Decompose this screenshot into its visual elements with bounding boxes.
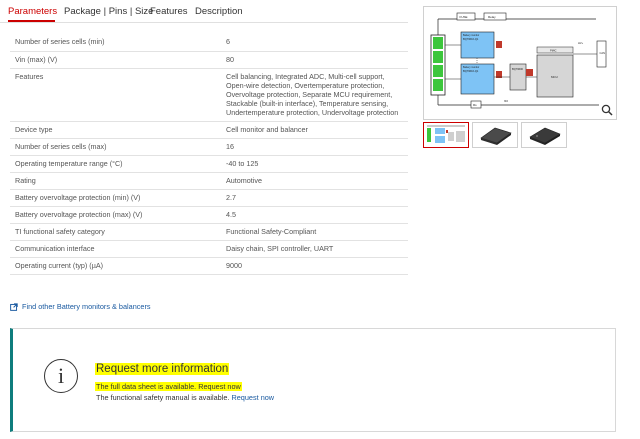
find-other-label: Find other Battery monitors & balancers bbox=[22, 302, 151, 311]
top-monitor-label: BQ79616-Q1 bbox=[463, 37, 479, 41]
bottom-monitor-label: BQ79616-Q1 bbox=[463, 69, 479, 73]
param-name: Rating bbox=[10, 172, 221, 190]
table-row: Device type Cell monitor and balancer bbox=[10, 121, 408, 139]
mcu-label: MCU bbox=[551, 75, 558, 79]
tab-parameters[interactable]: Parameters bbox=[8, 6, 57, 17]
param-value: Cell monitor and balancer bbox=[221, 121, 408, 139]
thumbnail-package-1[interactable] bbox=[472, 122, 518, 148]
param-name: Number of series cells (min) bbox=[10, 34, 221, 52]
param-name: Operating temperature range (°C) bbox=[10, 155, 221, 173]
param-name: Vin (max) (V) bbox=[10, 51, 221, 69]
tab-description[interactable]: Description bbox=[195, 6, 243, 17]
datasheet-request-link[interactable]: Request now bbox=[198, 382, 241, 391]
param-value: -40 to 125 bbox=[221, 155, 408, 173]
safety-manual-note: The functional safety manual is availabl… bbox=[96, 393, 274, 402]
thumbnail-block-diagram[interactable] bbox=[423, 122, 469, 148]
thumbnail-package-2[interactable] bbox=[521, 122, 567, 148]
param-name: Features bbox=[10, 68, 221, 122]
safety-manual-request-link[interactable]: Request now bbox=[231, 393, 274, 402]
relay-label: Relay bbox=[488, 15, 496, 19]
param-name: Device type bbox=[10, 121, 221, 139]
pmic-label: PMIC bbox=[550, 49, 557, 53]
param-name: Battery overvoltage protection (max) (V) bbox=[10, 206, 221, 224]
tab-features[interactable]: Features bbox=[150, 6, 188, 17]
param-value: Functional Safety-Compliant bbox=[221, 223, 408, 241]
param-name: TI functional safety category bbox=[10, 223, 221, 241]
top-monitor-sub: Battery monitor bbox=[463, 34, 479, 37]
table-row: Number of series cells (min) 6 bbox=[10, 34, 408, 52]
table-row: Vin (max) (V) 80 bbox=[10, 51, 408, 69]
param-value: Automotive bbox=[221, 172, 408, 190]
find-other-link[interactable]: Find other Battery monitors & balancers bbox=[10, 302, 151, 311]
iso-label: ISO bbox=[504, 100, 508, 103]
bottom-monitor-sub: Battery monitor bbox=[463, 66, 479, 69]
table-row: Rating Automotive bbox=[10, 172, 408, 190]
table-row: Number of series cells (max) 16 bbox=[10, 138, 408, 156]
block-diagram[interactable]: FUSE Relay Rs Battery monitor BQ79616-Q1… bbox=[423, 6, 617, 120]
param-value: 80 bbox=[221, 51, 408, 69]
tab-divider bbox=[0, 22, 408, 23]
shunt-label: Rs bbox=[473, 103, 477, 107]
safety-manual-note-text: The functional safety manual is availabl… bbox=[96, 393, 232, 402]
can-label: CAN bbox=[600, 51, 606, 55]
request-info-panel: i Request more information The full data… bbox=[10, 328, 616, 432]
param-value: 16 bbox=[221, 138, 408, 156]
param-name: Operating current (typ) (µA) bbox=[10, 257, 221, 275]
param-value: 2.7 bbox=[221, 189, 408, 207]
param-value: 4.5 bbox=[221, 206, 408, 224]
parameters-table: Number of series cells (min) 6 Vin (max) … bbox=[10, 34, 408, 275]
param-value: Cell balancing, Integrated ADC, Multi-ce… bbox=[221, 68, 408, 122]
table-row: Communication interface Daisy chain, SPI … bbox=[10, 240, 408, 258]
table-row: Features Cell balancing, Integrated ADC, … bbox=[10, 68, 408, 122]
param-value: 6 bbox=[221, 34, 408, 52]
table-row: Battery overvoltage protection (min) (V)… bbox=[10, 189, 408, 207]
tab-bar: Parameters Package | Pins | Size Feature… bbox=[0, 0, 415, 24]
table-row: TI functional safety category Functional … bbox=[10, 223, 408, 241]
param-value: Daisy chain, SPI controller, UART bbox=[221, 240, 408, 258]
magnifier-icon[interactable] bbox=[599, 102, 615, 118]
table-row: Operating current (typ) (µA) 9000 bbox=[10, 257, 408, 275]
info-circle-icon: i bbox=[44, 359, 78, 393]
request-info-title: Request more information bbox=[95, 363, 230, 375]
param-value: 9000 bbox=[221, 257, 408, 275]
hv-label: HV+ bbox=[578, 41, 584, 45]
external-link-icon bbox=[10, 302, 18, 311]
param-name: Battery overvoltage protection (min) (V) bbox=[10, 189, 221, 207]
datasheet-note: The full data sheet is available. Reques… bbox=[95, 382, 242, 391]
table-row: Battery overvoltage protection (max) (V)… bbox=[10, 206, 408, 224]
bridge-label: BQ79600 bbox=[512, 67, 524, 71]
param-name: Communication interface bbox=[10, 240, 221, 258]
tab-package-pins-size[interactable]: Package | Pins | Size bbox=[64, 6, 153, 17]
param-name: Number of series cells (max) bbox=[10, 138, 221, 156]
datasheet-note-text: The full data sheet is available. bbox=[96, 382, 199, 391]
table-row: Operating temperature range (°C) -40 to 1… bbox=[10, 155, 408, 173]
fuse-label: FUSE bbox=[460, 15, 468, 19]
